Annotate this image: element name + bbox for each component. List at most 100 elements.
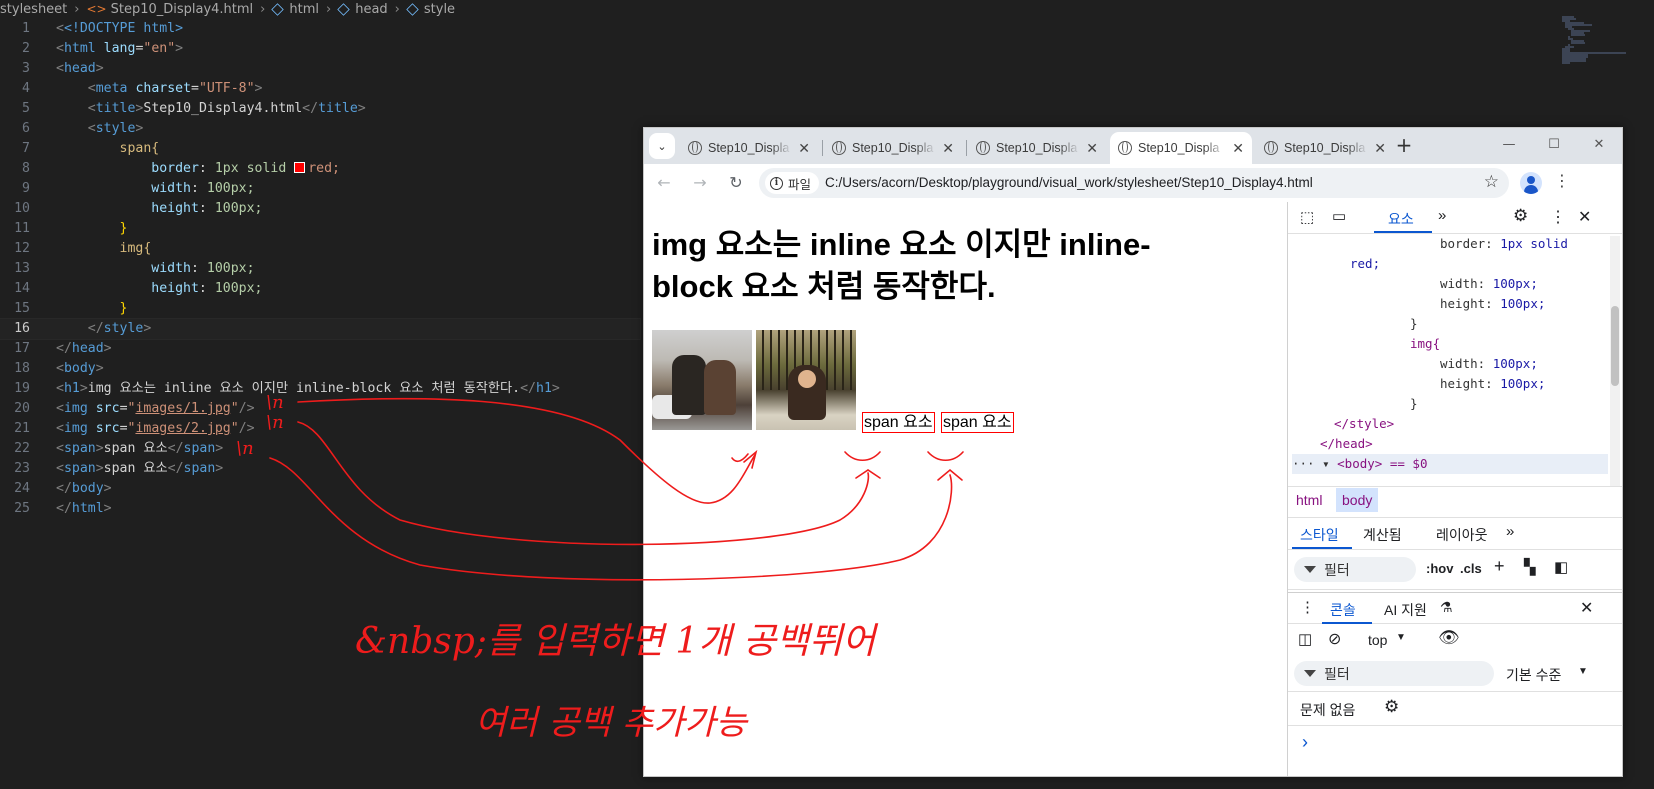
breadcrumb-item-html[interactable]: html xyxy=(289,2,319,17)
gear-icon[interactable]: ⚙ xyxy=(1384,697,1399,717)
gear-icon[interactable]: ⚙ xyxy=(1513,206,1528,226)
code-line[interactable]: 1 <<!DOCTYPE html> xyxy=(0,19,640,39)
browser-tab[interactable]: Step10_Displa ✕ xyxy=(968,132,1106,164)
site-info-button[interactable]: i 파일 xyxy=(765,172,820,194)
tab-elements[interactable]: 요소 xyxy=(1388,209,1414,229)
browser-tab[interactable]: Step10_Displa ✕ xyxy=(824,132,962,164)
code-line[interactable]: 3 <head> xyxy=(0,59,640,79)
log-level-selector[interactable]: 기본 수준 xyxy=(1506,665,1561,685)
minimap[interactable] xyxy=(1560,15,1630,65)
dom-line[interactable]: width: 100px; xyxy=(1440,274,1538,294)
code-token[interactable]: images/1.jpg xyxy=(135,401,230,416)
breadcrumb-item-folder[interactable]: stylesheet xyxy=(0,2,67,17)
inspect-element-icon[interactable]: ⬚ xyxy=(1300,208,1314,226)
dom-scrollbar[interactable] xyxy=(1610,236,1620,486)
dom-line[interactable]: height: 100px; xyxy=(1440,374,1545,394)
code-line[interactable]: 22 <span>span 요소</span> xyxy=(0,439,640,459)
tab-styles[interactable]: 스타일 xyxy=(1300,525,1339,545)
code-line[interactable]: 19 <h1>img 요소는 inline 요소 이지만 inline-block… xyxy=(0,379,640,399)
browser-tab-active[interactable]: Step10_Displa ✕ xyxy=(1110,132,1252,164)
close-icon[interactable]: ✕ xyxy=(942,140,954,157)
maximize-icon[interactable]: ☐ xyxy=(1534,132,1574,158)
breadcrumb-item-file[interactable]: Step10_Display4.html xyxy=(111,2,254,17)
dom-line[interactable]: width: 100px; xyxy=(1440,354,1538,374)
forward-arrow-icon[interactable]: → xyxy=(688,171,712,195)
dom-tree[interactable]: border: 1px solid red; width: 100px; hei… xyxy=(1288,234,1608,486)
code-line[interactable]: 20 <img src="images/1.jpg"/> xyxy=(0,399,640,419)
code-line[interactable]: 17 </head> xyxy=(0,339,640,359)
close-icon[interactable]: ✕ xyxy=(798,140,810,157)
tab-ai-assistance[interactable]: AI 지원 xyxy=(1384,600,1427,620)
more-tabs-icon[interactable]: » xyxy=(1438,207,1446,224)
styles-filter-input[interactable]: 필터 xyxy=(1294,557,1416,582)
tab-layout[interactable]: 레이아웃 xyxy=(1436,525,1488,545)
new-rule-plus-icon[interactable]: + xyxy=(1494,556,1505,577)
code-line[interactable]: 21 <img src="images/2.jpg"/> xyxy=(0,419,640,439)
code-line[interactable]: 23 <span>span 요소</span> xyxy=(0,459,640,479)
window-close-icon[interactable]: ✕ xyxy=(1579,132,1619,158)
code-line[interactable]: 12 img{ xyxy=(0,239,640,259)
breadcrumb-item-html[interactable]: html xyxy=(1296,492,1322,508)
tab-computed[interactable]: 계산됨 xyxy=(1363,525,1402,545)
cls-toggle[interactable]: .cls xyxy=(1460,561,1482,576)
code-token[interactable]: images/2.jpg xyxy=(135,421,230,436)
minimize-icon[interactable]: — xyxy=(1489,132,1529,158)
code-line[interactable]: 5 <title>Step10_Display4.html</title> xyxy=(0,99,640,119)
dom-line[interactable]: img{ xyxy=(1410,334,1440,354)
code-lines[interactable]: 1 <<!DOCTYPE html> 2 <html lang="en"> 3 <he… xyxy=(0,19,641,519)
close-icon[interactable]: ✕ xyxy=(1580,598,1593,618)
browser-tab[interactable]: Step10_Displa ✕ xyxy=(680,132,818,164)
code-line[interactable]: 15 } xyxy=(0,299,640,319)
browser-tab[interactable]: Step10_Displa ✕ xyxy=(1256,132,1394,164)
close-icon[interactable]: ✕ xyxy=(1086,140,1098,157)
more-tabs-icon[interactable]: » xyxy=(1506,523,1514,540)
browser-window[interactable]: ⌄ Step10_Displa ✕ Step10_Displa ✕ Step10… xyxy=(643,127,1623,777)
dom-line[interactable]: </head> xyxy=(1320,434,1373,454)
close-icon[interactable]: ✕ xyxy=(1374,140,1386,157)
code-line[interactable]: 10 height: 100px; xyxy=(0,199,640,219)
toggle-sidebar-icon[interactable]: ◧ xyxy=(1554,558,1568,576)
dom-line[interactable]: } xyxy=(1410,394,1418,414)
code-line[interactable]: 24 </body> xyxy=(0,479,640,499)
tab-console[interactable]: 콘솔 xyxy=(1330,600,1356,620)
breadcrumb-item-body[interactable]: body xyxy=(1336,488,1379,512)
kebab-menu-icon[interactable]: ⋮ xyxy=(1554,171,1570,190)
url-text[interactable]: C:/Users/acorn/Desktop/playground/visual… xyxy=(825,175,1313,190)
sidebar-toggle-icon[interactable]: ◫ xyxy=(1298,630,1312,648)
dom-line[interactable]: red; xyxy=(1350,254,1380,274)
paint-brush-icon[interactable]: ▚ xyxy=(1524,558,1536,576)
breadcrumb-item-style[interactable]: style xyxy=(424,2,455,17)
color-swatch-icon[interactable] xyxy=(294,162,306,173)
dom-line[interactable]: } xyxy=(1410,314,1418,334)
code-line-current[interactable]: 16 </style> xyxy=(0,318,641,340)
dom-line[interactable]: </style> xyxy=(1334,414,1394,434)
dom-line[interactable]: height: 100px; xyxy=(1440,294,1545,314)
context-selector[interactable]: top xyxy=(1368,632,1387,648)
close-icon[interactable]: ✕ xyxy=(1578,207,1591,227)
code-line[interactable]: 13 width: 100px; xyxy=(0,259,640,279)
device-toolbar-icon[interactable]: ▭ xyxy=(1332,207,1346,225)
code-line[interactable]: 2 <html lang="en"> xyxy=(0,39,640,59)
code-line[interactable]: 6 <style> xyxy=(0,119,640,139)
profile-avatar-icon[interactable] xyxy=(1520,172,1542,194)
clear-console-icon[interactable]: ⊘ xyxy=(1328,629,1341,649)
eye-icon[interactable]: 👁 xyxy=(1438,628,1460,648)
bookmark-star-icon[interactable]: ☆ xyxy=(1484,172,1499,192)
page-viewport[interactable]: img 요소는 inline 요소 이지만 inline- block 요소 처… xyxy=(644,202,1287,776)
code-line[interactable]: 14 height: 100px; xyxy=(0,279,640,299)
hov-toggle[interactable]: :hov xyxy=(1426,561,1453,576)
kebab-menu-icon[interactable]: ⋮ xyxy=(1300,598,1315,616)
code-line[interactable]: 18 <body> xyxy=(0,359,640,379)
reload-icon[interactable]: ↻ xyxy=(724,171,748,195)
console-filter-input[interactable]: 필터 xyxy=(1294,661,1494,686)
kebab-menu-icon[interactable]: ⋮ xyxy=(1550,207,1566,227)
new-tab-button[interactable]: + xyxy=(1392,134,1416,158)
back-arrow-icon[interactable]: ← xyxy=(652,171,676,195)
code-line[interactable]: 4 <meta charset="UTF-8"> xyxy=(0,79,640,99)
tab-search-button[interactable]: ⌄ xyxy=(649,133,675,159)
close-icon[interactable]: ✕ xyxy=(1232,140,1244,157)
dom-line[interactable]: border: 1px solid xyxy=(1440,234,1568,254)
code-line[interactable]: 25 </html> xyxy=(0,499,640,519)
code-line[interactable]: 7 span{ xyxy=(0,139,640,159)
code-line[interactable]: 11 } xyxy=(0,219,640,239)
